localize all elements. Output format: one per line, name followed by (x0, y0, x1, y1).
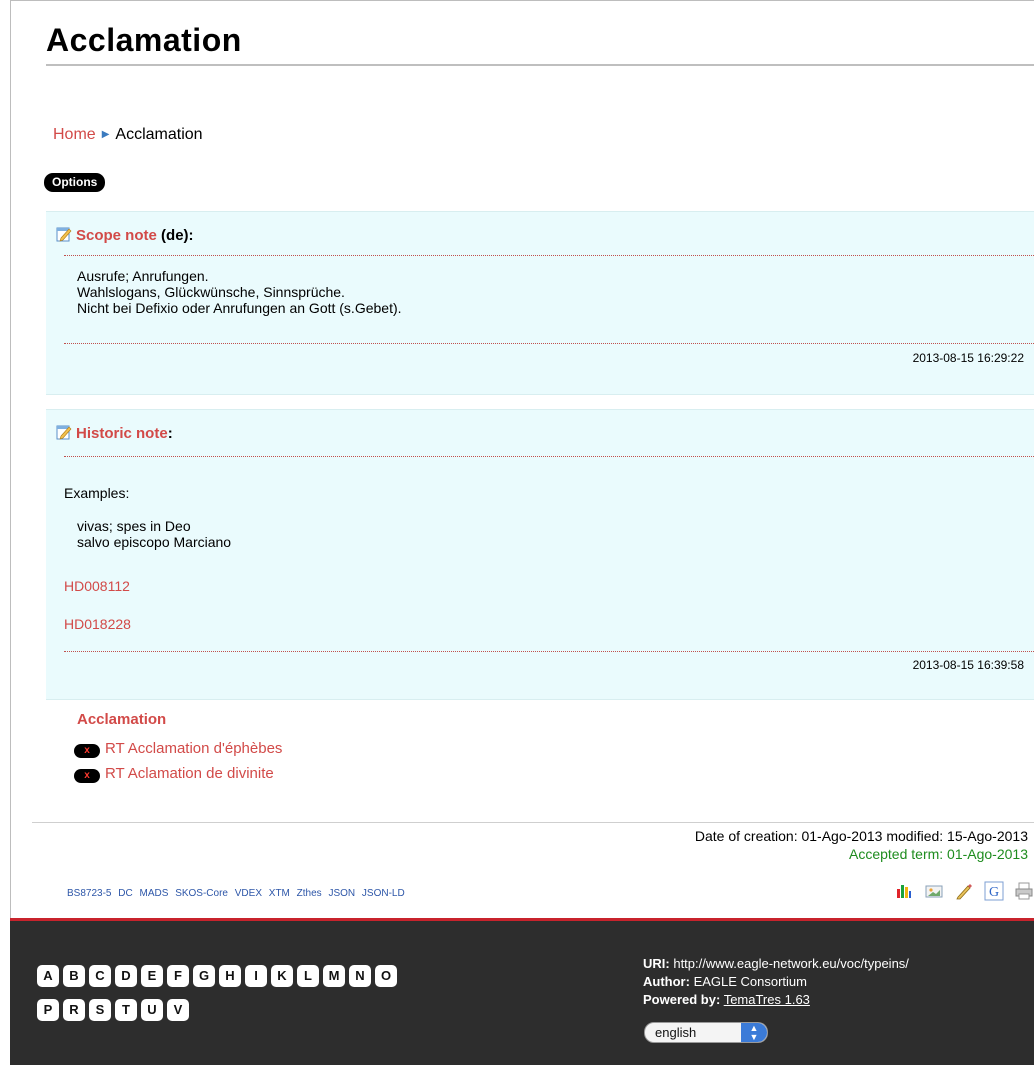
related-term-link[interactable]: RT Aclamation de divinite (105, 765, 274, 782)
letter-button[interactable]: L (297, 965, 319, 987)
historic-note-link[interactable]: HD008112 (64, 578, 130, 594)
format-link[interactable]: SKOS-Core (175, 888, 228, 899)
image-icon[interactable] (924, 881, 944, 901)
scope-note-divider-top (64, 255, 1034, 256)
letter-button[interactable]: C (89, 965, 111, 987)
edit-icon[interactable] (954, 881, 974, 901)
stats-icon[interactable] (894, 881, 914, 901)
breadcrumb-home-link[interactable]: Home (53, 126, 96, 143)
scope-note-line: Nicht bei Defixio oder Anrufungen an Got… (77, 300, 402, 316)
letter-button[interactable]: A (37, 965, 59, 987)
letter-button[interactable]: E (141, 965, 163, 987)
accepted-date: Accepted term: 01-Ago-2013 (849, 846, 1028, 862)
historic-note-box: Historic note: Examples: vivas; spes in … (46, 409, 1034, 700)
scope-note-lang: (de): (161, 227, 194, 244)
historic-note-intro: Examples: (64, 485, 130, 501)
format-link[interactable]: BS8723-5 (67, 888, 111, 899)
powered-label: Powered by: (643, 992, 721, 1007)
options-button[interactable]: Options (44, 173, 106, 192)
language-value: english (655, 1025, 697, 1040)
letter-button[interactable]: S (89, 999, 111, 1021)
format-link[interactable]: Zthes (297, 888, 322, 899)
uri-label: URI: (643, 956, 670, 971)
historic-note-divider-top (64, 456, 1034, 457)
alphabet-index: ABCDEFGHIKLMNO PRSTUV (37, 965, 557, 1033)
letter-button[interactable]: B (63, 965, 85, 987)
letter-button[interactable]: G (193, 965, 215, 987)
delete-relation-icon[interactable]: x (74, 769, 100, 783)
letter-button[interactable]: M (323, 965, 345, 987)
scope-note-box: Scope note (de): Ausrufe; Anrufungen. Wa… (46, 211, 1034, 395)
scope-note-line: Ausrufe; Anrufungen. (77, 268, 209, 284)
format-link[interactable]: VDEX (235, 888, 262, 899)
historic-note-colon: : (167, 425, 173, 442)
historic-note-link[interactable]: HD018228 (64, 616, 131, 632)
alphabet-row: PRSTUV (37, 999, 557, 1033)
delete-relation-icon[interactable]: x (74, 744, 100, 758)
format-link[interactable]: XTM (269, 888, 290, 899)
breadcrumb-current: Acclamation (115, 126, 203, 143)
letter-button[interactable]: P (37, 999, 59, 1021)
tool-icons: G (894, 881, 1034, 901)
edit-note-icon[interactable] (56, 424, 72, 440)
alphabet-row: ABCDEFGHIKLMNO (37, 965, 557, 999)
powered-by-link[interactable]: TemaTres 1.63 (724, 992, 810, 1007)
author-label: Author: (643, 974, 690, 989)
scope-note-timestamp: 2013-08-15 16:29:22 (912, 351, 1024, 365)
powered-line: Powered by: TemaTres 1.63 (643, 991, 909, 1009)
uri-value: http://www.eagle-network.eu/voc/typeins/ (673, 956, 909, 971)
language-select[interactable]: english ▲ ▼ (644, 1022, 768, 1043)
letter-button[interactable]: H (219, 965, 241, 987)
letter-button[interactable]: K (271, 965, 293, 987)
uri-line: URI: http://www.eagle-network.eu/voc/typ… (643, 955, 909, 973)
letter-button[interactable]: T (115, 999, 137, 1021)
edit-note-icon[interactable] (56, 226, 72, 242)
historic-note-heading: Historic note: (56, 424, 173, 442)
letter-button[interactable]: N (349, 965, 371, 987)
google-icon[interactable]: G (984, 881, 1004, 901)
breadcrumb: Home ▶ Acclamation (53, 126, 203, 144)
author-line: Author: EAGLE Consortium (643, 973, 909, 991)
related-term-link[interactable]: RT Acclamation d'éphèbes (105, 740, 282, 757)
letter-button[interactable]: F (167, 965, 189, 987)
content-divider (32, 822, 1034, 823)
scope-note-text: Ausrufe; Anrufungen. Wahlslogans, Glückw… (77, 268, 402, 316)
page-title: Acclamation (46, 22, 242, 58)
export-formats: BS8723-5 DC MADS SKOS-Core VDEX XTM Zthe… (67, 888, 409, 899)
breadcrumb-arrow-icon: ▶ (101, 129, 110, 140)
print-icon[interactable] (1014, 881, 1034, 901)
scope-note-divider-bottom (64, 343, 1034, 344)
related-term-item: x RT Aclamation de divinite (74, 765, 274, 783)
historic-note-timestamp: 2013-08-15 16:39:58 (912, 658, 1024, 672)
modified-date: modified: 15-Ago-2013 (886, 828, 1028, 844)
letter-button[interactable]: R (63, 999, 85, 1021)
svg-text:G: G (989, 885, 999, 900)
date-line: Date of creation: 01-Ago-2013 modified: … (695, 827, 1028, 845)
letter-button[interactable]: D (115, 965, 137, 987)
letter-button[interactable]: U (141, 999, 163, 1021)
author-value: EAGLE Consortium (693, 974, 807, 989)
letter-button[interactable]: O (375, 965, 397, 987)
format-link[interactable]: JSON (328, 888, 355, 899)
footer-info: URI: http://www.eagle-network.eu/voc/typ… (643, 955, 909, 1009)
historic-note-label[interactable]: Historic note (76, 425, 168, 442)
letter-button[interactable]: V (167, 999, 189, 1021)
letter-button[interactable]: I (245, 965, 267, 987)
format-link[interactable]: DC (118, 888, 132, 899)
chevron-up-down-icon: ▲ ▼ (741, 1023, 767, 1042)
scope-note-line: Wahlslogans, Glückwünsche, Sinnsprüche. (77, 284, 345, 300)
scope-note-heading: Scope note (de): (56, 226, 194, 244)
example-line: salvo episcopo Marciano (77, 534, 232, 550)
format-link[interactable]: MADS (140, 888, 169, 899)
historic-note-divider-bottom (64, 651, 1034, 652)
title-divider (46, 64, 1034, 66)
related-term-item: x RT Acclamation d'éphèbes (74, 740, 282, 758)
term-dates: Date of creation: 01-Ago-2013 modified: … (695, 827, 1028, 863)
related-terms-title: Acclamation (77, 711, 167, 728)
scope-note-label[interactable]: Scope note (76, 227, 157, 244)
creation-date: Date of creation: 01-Ago-2013 (694, 828, 883, 844)
example-line: vivas; spes in Deo (77, 518, 191, 534)
format-link[interactable]: JSON-LD (362, 888, 405, 899)
historic-note-examples: vivas; spes in Deo salvo episcopo Marcia… (77, 518, 231, 550)
